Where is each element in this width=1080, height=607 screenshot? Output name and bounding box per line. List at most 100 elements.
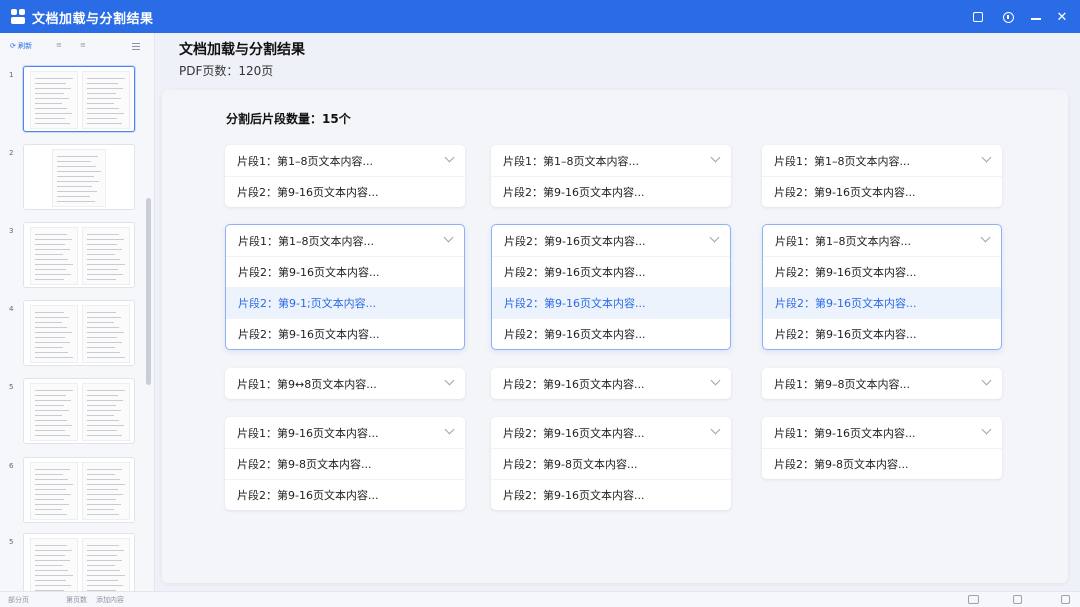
refresh-button[interactable]: ⟳ 刷新 <box>10 41 32 51</box>
page-thumbnail[interactable] <box>23 300 135 366</box>
segment-option[interactable]: 片段2：第9-16页文本内容... <box>762 176 1002 207</box>
chevron-down-icon[interactable] <box>444 375 455 386</box>
segment-label: 片段2：第9-8页文本内容... <box>774 458 909 471</box>
settings-icon[interactable] <box>1013 595 1022 604</box>
chevron-down-icon[interactable] <box>444 152 455 163</box>
segment-option[interactable]: 片段2：第9-16页文本内容... <box>226 318 464 349</box>
minimize-button[interactable] <box>1027 8 1045 26</box>
segment-option[interactable]: 片段2：第9-16页文本内容... <box>491 176 731 207</box>
display-icon[interactable] <box>968 595 979 604</box>
segment-card[interactable]: 片段1：第9-16页文本内容... 片段2：第9-8页文本内容... 片段2：第9-… <box>225 417 465 510</box>
pdf-page-count: PDF页数：120页 <box>179 64 274 78</box>
page-thumbnail[interactable] <box>23 457 135 523</box>
chevron-down-icon[interactable] <box>981 424 992 435</box>
segment-dropdown-header[interactable]: 片段1：第1–8页文本内容... <box>225 145 465 176</box>
segment-dropdown-header[interactable]: 片段1：第1–8页文本内容... <box>763 225 1001 256</box>
segment-option[interactable]: 片段2：第9-8页文本内容... <box>225 448 465 479</box>
info-button[interactable] <box>999 8 1017 26</box>
segment-card[interactable]: 片段1：第1–8页文本内容... 片段2：第9-16页文本内容... <box>225 145 465 207</box>
title-bar: 文档加载与分割结果 ✕ <box>0 0 1080 33</box>
page-thumbnail[interactable] <box>23 222 135 288</box>
segment-option[interactable]: 片段2：第9-16页文本内容... <box>491 479 731 510</box>
info-icon <box>1002 11 1014 23</box>
thumbnail-number: 3 <box>9 227 14 235</box>
thumbnail-number: 5 <box>9 383 14 391</box>
fullscreen-icon[interactable] <box>1061 595 1070 604</box>
segment-option[interactable]: 片段2：第9-16页文本内容... <box>763 287 1001 318</box>
segment-dropdown-header[interactable]: 片段1：第9-16页文本内容... <box>225 417 465 448</box>
segment-dropdown-header[interactable]: 片段1：第1–8页文本内容... <box>762 145 1002 176</box>
segment-card[interactable]: 片段2：第9-16页文本内容... 片段2：第9-16页文本内容... 片段2：第9… <box>491 224 731 350</box>
thumbnail-page <box>82 71 130 129</box>
segment-label: 片段1：第1–8页文本内容... <box>238 234 374 248</box>
segment-option[interactable]: 片段2：第9-16页文本内容... <box>225 176 465 207</box>
chevron-down-icon[interactable] <box>710 152 721 163</box>
segment-label: 片段2：第9-16页文本内容... <box>775 266 917 279</box>
page-thumbnail[interactable] <box>23 144 135 210</box>
segment-dropdown-header[interactable]: 片段2：第9-16页文本内容... <box>491 368 731 399</box>
chevron-down-icon[interactable] <box>710 375 721 386</box>
window-title: 文档加载与分割结果 <box>32 12 154 27</box>
segment-count-label: 分割后片段数量：15个 <box>226 112 351 126</box>
segment-dropdown-header[interactable]: 片段1：第1–8页文本内容... <box>491 145 731 176</box>
segment-card[interactable]: 片段1：第9↔8页文本内容... <box>225 368 465 399</box>
close-button[interactable]: ✕ <box>1053 8 1071 26</box>
page-thumbnail-panel: ⟳ 刷新 ≡ ≡ 1 2 3 4 5 6 5 <box>0 33 155 599</box>
wifi-icon[interactable] <box>932 595 941 604</box>
restore-button[interactable] <box>969 8 987 26</box>
segment-dropdown-header[interactable]: 片段1：第9↔8页文本内容... <box>225 368 465 399</box>
segment-dropdown-header[interactable]: 片段1：第1–8页文本内容... <box>226 225 464 256</box>
segment-card[interactable]: 片段1：第1–8页文本内容... 片段2：第9-16页文本内容... 片段2：第9-… <box>225 224 465 350</box>
segment-label: 片段2：第9-16页文本内容... <box>504 266 646 279</box>
refresh-label: 刷新 <box>18 42 33 50</box>
segment-label: 片段1：第9↔8页文本内容... <box>237 377 377 391</box>
menu-icon[interactable] <box>132 43 140 50</box>
segment-option[interactable]: 片段2：第9-1;页文本内容... <box>226 287 464 318</box>
status-bar: 部分页 第页数 添加内容 <box>0 591 1080 607</box>
page-thumbnail[interactable] <box>23 66 135 132</box>
segment-card[interactable]: 片段1：第9-16页文本内容... 片段2：第9-8页文本内容... <box>762 417 1002 479</box>
segment-label: 片段2：第9-16页文本内容... <box>503 186 645 199</box>
thumbnail-page <box>30 383 78 441</box>
chevron-down-icon[interactable] <box>709 232 720 243</box>
page-thumbnail[interactable] <box>23 378 135 444</box>
segment-label: 片段2：第9-16页文本内容... <box>504 297 646 310</box>
chevron-down-icon[interactable] <box>710 424 721 435</box>
segment-option[interactable]: 片段2：第9-16页文本内容... <box>225 479 465 510</box>
chevron-down-icon[interactable] <box>981 152 992 163</box>
segment-dropdown-header[interactable]: 片段2：第9-16页文本内容... <box>492 225 730 256</box>
toolbar-tool-3[interactable]: ≡ <box>80 41 86 49</box>
segment-label: 片段1：第9–8页文本内容... <box>774 377 910 391</box>
segment-dropdown-header[interactable]: 片段2：第9-16页文本内容... <box>491 417 731 448</box>
segment-card[interactable]: 片段2：第9-16页文本内容... 片段2：第9-8页文本内容... 片段2：第9-… <box>491 417 731 510</box>
segment-option[interactable]: 片段2：第9-16页文本内容... <box>763 256 1001 287</box>
thumbnail-number: 4 <box>9 305 14 313</box>
segment-label: 片段2：第9-16页文本内容... <box>503 426 645 440</box>
chevron-down-icon[interactable] <box>981 375 992 386</box>
segment-card[interactable]: 片段1：第9–8页文本内容... <box>762 368 1002 399</box>
chevron-down-icon[interactable] <box>980 232 991 243</box>
segment-label: 片段2：第9-16页文本内容... <box>775 297 917 310</box>
segment-card[interactable]: 片段1：第1–8页文本内容... 片段2：第9-16页文本内容... 片段2：第9-… <box>762 224 1002 350</box>
segment-dropdown-header[interactable]: 片段1：第9–8页文本内容... <box>762 368 1002 399</box>
segment-card[interactable]: 片段2：第9-16页文本内容... <box>491 368 731 399</box>
segment-label: 片段2：第9-16页文本内容... <box>237 186 379 199</box>
segment-option[interactable]: 片段2：第9-16页文本内容... <box>492 287 730 318</box>
segment-option[interactable]: 片段2：第9-16页文本内容... <box>492 318 730 349</box>
segment-option[interactable]: 片段2：第9-8页文本内容... <box>491 448 731 479</box>
chevron-down-icon[interactable] <box>443 232 454 243</box>
thumbnail-page <box>30 538 78 596</box>
page-thumbnail[interactable] <box>23 533 135 599</box>
thumbnail-scrollbar[interactable] <box>146 198 151 385</box>
segment-option[interactable]: 片段2：第9-16页文本内容... <box>492 256 730 287</box>
minimize-icon <box>1031 18 1041 20</box>
toolbar-tool-2[interactable]: ≡ <box>56 41 62 49</box>
segment-dropdown-header[interactable]: 片段1：第9-16页文本内容... <box>762 417 1002 448</box>
chevron-down-icon[interactable] <box>444 424 455 435</box>
segment-option[interactable]: 片段2：第9-16页文本内容... <box>226 256 464 287</box>
segment-option[interactable]: 片段2：第9-16页文本内容... <box>763 318 1001 349</box>
segment-card[interactable]: 片段1：第1–8页文本内容... 片段2：第9-16页文本内容... <box>762 145 1002 207</box>
segment-card[interactable]: 片段1：第1–8页文本内容... 片段2：第9-16页文本内容... <box>491 145 731 207</box>
segment-option[interactable]: 片段2：第9-8页文本内容... <box>762 448 1002 479</box>
thumbnail-page <box>82 538 130 596</box>
